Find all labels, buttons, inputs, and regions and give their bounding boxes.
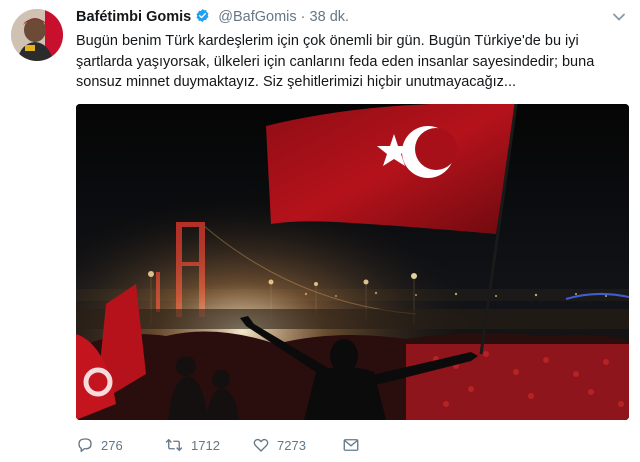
direct-message-button[interactable] bbox=[342, 436, 367, 454]
header-separator: · bbox=[300, 9, 306, 25]
chevron-down-icon[interactable] bbox=[612, 10, 626, 24]
tweet-header: Bafétimbi Gomis @BafGomis · 38 dk. bbox=[76, 8, 626, 28]
tweet-text: Bugün benim Türk kardeşlerim için çok ön… bbox=[76, 31, 626, 93]
reply-icon bbox=[78, 438, 92, 453]
heart-icon bbox=[253, 438, 269, 452]
like-button[interactable]: 7273 bbox=[252, 436, 306, 454]
author-handle[interactable]: @BafGomis bbox=[218, 9, 296, 25]
reply-button[interactable]: 276 bbox=[76, 436, 123, 454]
tweet-card: Bafétimbi Gomis @BafGomis · 38 dk. Bugün… bbox=[0, 0, 640, 462]
tweet-photo[interactable] bbox=[76, 104, 629, 420]
envelope-icon bbox=[343, 439, 359, 451]
tweet-actions: 276 1712 7273 bbox=[76, 436, 476, 458]
like-count: 7273 bbox=[277, 437, 306, 453]
author-name[interactable]: Bafétimbi Gomis bbox=[76, 9, 191, 25]
avatar[interactable] bbox=[11, 9, 63, 61]
tweet-text-line: Bugün benim Türk kardeşlerim için çok ön… bbox=[76, 33, 579, 49]
retweet-count: 1712 bbox=[191, 437, 220, 453]
tweet-text-line: sonsuz minnet duymaktayız. Siz şehitleri… bbox=[76, 74, 517, 90]
verified-badge-icon bbox=[195, 8, 210, 27]
reply-count: 276 bbox=[101, 437, 123, 453]
tweet-text-line: şartlarda yaşıyorsak, ülkeleri için canl… bbox=[76, 53, 595, 70]
retweet-icon bbox=[165, 438, 183, 452]
retweet-button[interactable]: 1712 bbox=[164, 436, 220, 454]
tweet-timestamp[interactable]: 38 dk. bbox=[310, 9, 350, 25]
